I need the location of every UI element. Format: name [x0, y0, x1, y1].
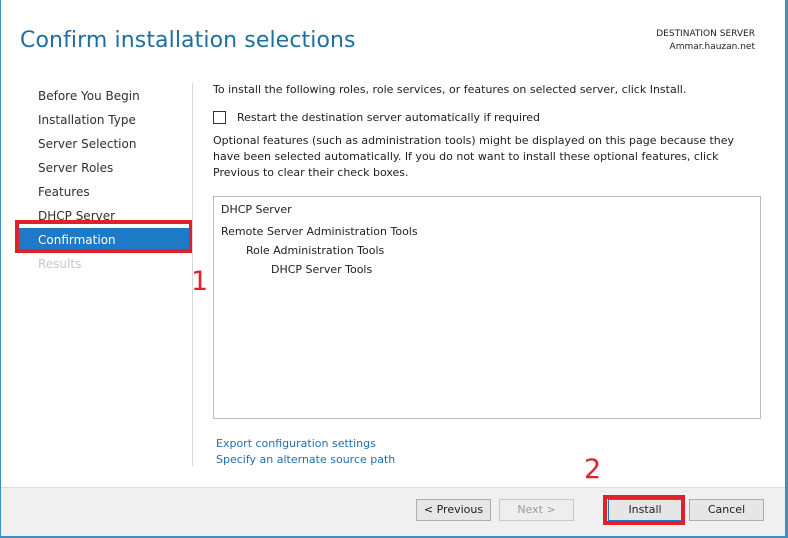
- intro-text: To install the following roles, role ser…: [213, 83, 687, 96]
- selections-list: DHCP Server Remote Server Administration…: [213, 196, 761, 419]
- links-area: Export configuration settings Specify an…: [216, 436, 395, 468]
- list-item: DHCP Server: [221, 203, 292, 216]
- restart-checkbox[interactable]: [213, 111, 226, 124]
- annotation-marker-1: 1: [191, 266, 209, 297]
- restart-checkbox-label[interactable]: Restart the destination server automatic…: [237, 111, 540, 124]
- annotation-highlight-box-1: [15, 220, 193, 253]
- sidebar-item-server-roles[interactable]: Server Roles: [18, 156, 190, 180]
- next-button: Next >: [499, 499, 574, 521]
- destination-server-label: DESTINATION SERVER: [656, 29, 755, 39]
- content-intro: To install the following roles, role ser…: [213, 82, 763, 98]
- destination-server-info: DESTINATION SERVER Ammar.hauzan.net: [656, 28, 755, 54]
- list-item: Role Administration Tools: [246, 244, 385, 257]
- sidebar-divider: [192, 83, 193, 466]
- optional-features-note: Optional features (such as administratio…: [213, 134, 735, 179]
- previous-button[interactable]: < Previous: [416, 499, 491, 521]
- alternate-source-path-link[interactable]: Specify an alternate source path: [216, 452, 395, 468]
- list-item: DHCP Server Tools: [271, 263, 373, 276]
- export-configuration-link[interactable]: Export configuration settings: [216, 436, 395, 452]
- sidebar-item-features[interactable]: Features: [18, 180, 190, 204]
- sidebar-item-results: Results: [38, 257, 82, 271]
- sidebar-item-before-you-begin[interactable]: Before You Begin: [18, 84, 190, 108]
- sidebar-item-server-selection[interactable]: Server Selection: [18, 132, 190, 156]
- annotation-highlight-box-2: [603, 495, 685, 525]
- annotation-marker-2: 2: [584, 454, 602, 485]
- page-title: Confirm installation selections: [20, 28, 356, 53]
- list-item: Remote Server Administration Tools: [221, 225, 418, 238]
- sidebar-item-installation-type[interactable]: Installation Type: [18, 108, 190, 132]
- restart-option[interactable]: Restart the destination server automatic…: [213, 111, 540, 124]
- cancel-button[interactable]: Cancel: [689, 499, 764, 521]
- destination-server-name: Ammar.hauzan.net: [669, 42, 755, 52]
